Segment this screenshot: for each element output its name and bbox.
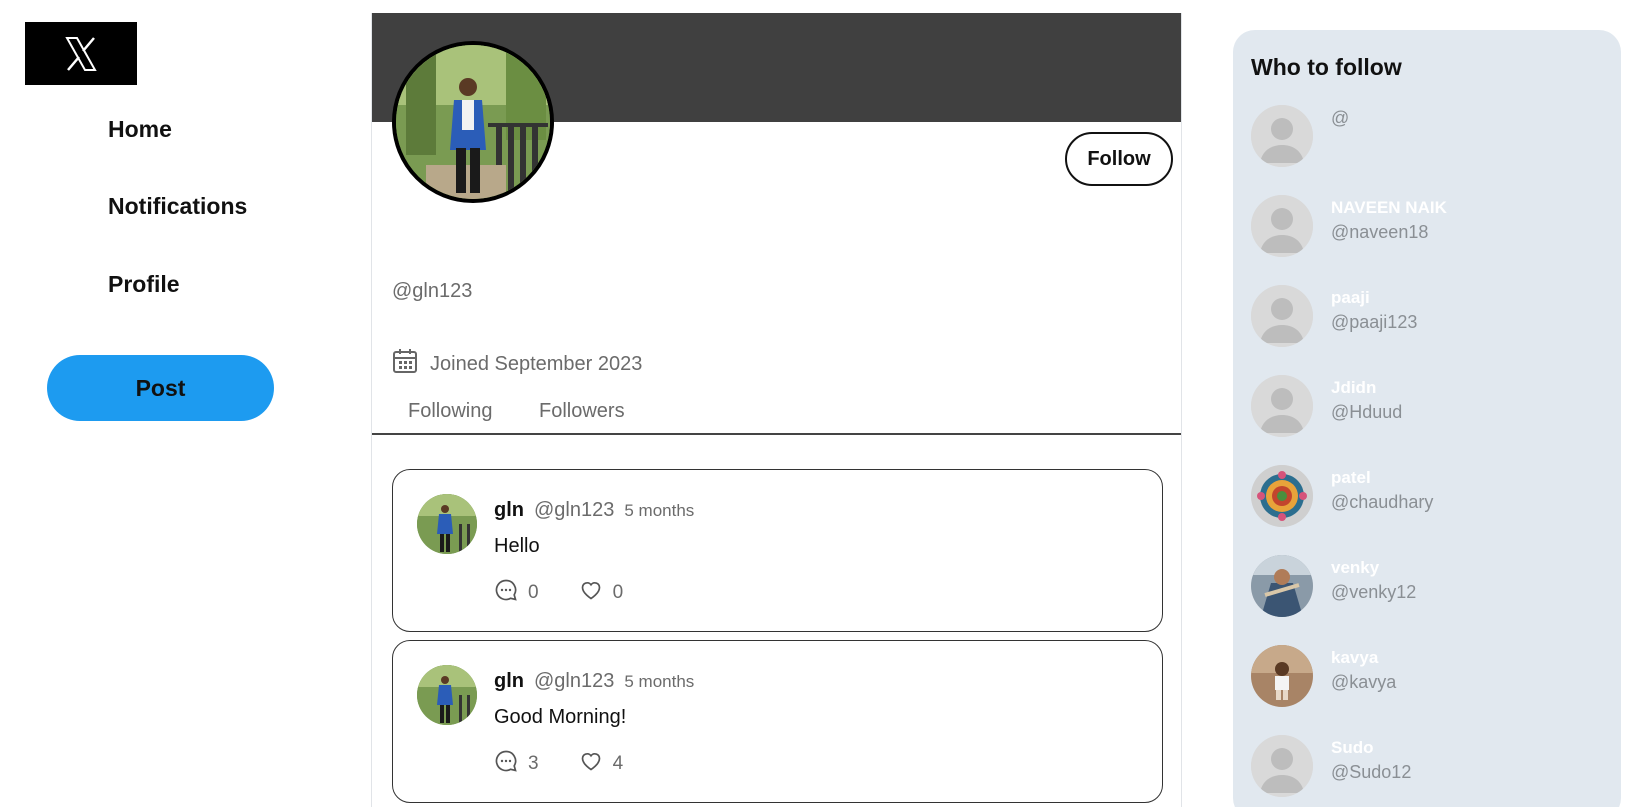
tweet-actions: 0 0 bbox=[494, 578, 623, 608]
like-count: 4 bbox=[612, 753, 624, 774]
suggestion-handle: @naveen18 bbox=[1331, 222, 1429, 242]
suggestion-handle: @chaudhary bbox=[1331, 492, 1434, 512]
follow-suggestion[interactable]: venky @venky12 bbox=[1251, 555, 1611, 621]
follow-button[interactable]: Follow bbox=[1065, 132, 1173, 186]
mandala-avatar bbox=[1251, 465, 1313, 527]
follow-suggestion[interactable]: NAVEEN NAIK @naveen18 bbox=[1251, 195, 1611, 261]
follow-suggestion[interactable]: Sudo @Sudo12 bbox=[1251, 735, 1611, 801]
tweet-actions: 3 4 bbox=[494, 749, 623, 779]
suggestion-handle: @kavya bbox=[1331, 672, 1397, 692]
profile-avatar bbox=[392, 41, 554, 203]
suggestion-name: patel bbox=[1331, 468, 1371, 487]
tweet-text: Hello bbox=[494, 535, 540, 557]
joined-date: Joined September 2023 bbox=[392, 348, 642, 380]
tweet-avatar[interactable] bbox=[417, 494, 477, 554]
tweet-author-handle[interactable]: @gln123 bbox=[534, 499, 614, 522]
tweet-meta: gln @gln123 5 months bbox=[494, 499, 694, 522]
tweet-author-name[interactable]: gln bbox=[494, 670, 524, 693]
reply-button[interactable]: 0 bbox=[494, 578, 539, 608]
tweet-timestamp: 5 months bbox=[624, 501, 695, 520]
tab-followers[interactable]: Followers bbox=[539, 400, 625, 423]
suggestion-name: Jdidn bbox=[1331, 378, 1377, 397]
profile-handle: @gln123 bbox=[392, 280, 473, 302]
who-to-follow-title: Who to follow bbox=[1251, 54, 1402, 80]
tweet-text: Good Morning! bbox=[494, 706, 627, 728]
nav-home[interactable]: Home bbox=[108, 116, 172, 143]
suggestion-handle: @venky12 bbox=[1331, 582, 1417, 602]
reply-count: 0 bbox=[528, 582, 539, 603]
tweet-avatar[interactable] bbox=[417, 665, 477, 725]
suggestion-name: venky bbox=[1331, 558, 1380, 577]
photo-avatar bbox=[1251, 555, 1313, 617]
default-avatar-icon bbox=[1251, 105, 1313, 167]
tab-following[interactable]: Following bbox=[408, 400, 492, 423]
joined-text: Joined September 2023 bbox=[430, 352, 643, 375]
suggestion-handle: @ bbox=[1331, 108, 1350, 128]
tweet-author-name[interactable]: gln bbox=[494, 499, 524, 522]
suggestion-name: NAVEEN NAIK bbox=[1331, 198, 1447, 217]
like-button[interactable]: 0 bbox=[579, 578, 624, 608]
tweet-card[interactable]: gln @gln123 5 months Good Morning! 3 4 bbox=[392, 640, 1163, 803]
suggestion-name: Sudo bbox=[1331, 738, 1374, 757]
profile-tabs: Following Followers bbox=[372, 400, 1181, 435]
follow-suggestion[interactable]: Jdidn @Hduud bbox=[1251, 375, 1611, 441]
tweet-author-handle[interactable]: @gln123 bbox=[534, 670, 614, 693]
x-logo-icon[interactable] bbox=[25, 22, 137, 85]
suggestion-handle: @paaji123 bbox=[1331, 312, 1418, 332]
nav-profile[interactable]: Profile bbox=[108, 271, 180, 298]
like-button[interactable]: 4 bbox=[579, 749, 624, 779]
default-avatar-icon bbox=[1251, 195, 1313, 257]
default-avatar-icon bbox=[1251, 735, 1313, 797]
follow-suggestion[interactable]: @ bbox=[1251, 105, 1611, 171]
suggestion-name: paaji bbox=[1331, 288, 1370, 307]
tweet-card[interactable]: gln @gln123 5 months Hello 0 0 bbox=[392, 469, 1163, 632]
follow-suggestion[interactable]: kavya @kavya bbox=[1251, 645, 1611, 711]
comment-icon bbox=[494, 578, 518, 608]
suggestion-handle: @Hduud bbox=[1331, 402, 1403, 422]
calendar-icon bbox=[392, 348, 418, 380]
follow-suggestion[interactable]: patel @chaudhary bbox=[1251, 465, 1611, 531]
nav-notifications[interactable]: Notifications bbox=[108, 193, 247, 220]
profile-column: Follow @gln123 Joined September 2023 Fol… bbox=[371, 13, 1182, 807]
suggestion-name: kavya bbox=[1331, 648, 1379, 667]
follow-suggestion[interactable]: paaji @paaji123 bbox=[1251, 285, 1611, 351]
tweet-timestamp: 5 months bbox=[624, 672, 695, 691]
suggestion-handle: @Sudo12 bbox=[1331, 762, 1412, 782]
default-avatar-icon bbox=[1251, 375, 1313, 437]
default-avatar-icon bbox=[1251, 285, 1313, 347]
heart-icon bbox=[579, 578, 603, 608]
app-root: Home Notifications Profile Post Follow @… bbox=[0, 0, 1633, 807]
like-count: 0 bbox=[612, 582, 624, 603]
tweet-meta: gln @gln123 5 months bbox=[494, 670, 694, 693]
who-to-follow-panel: Who to follow @ NAVEEN NAIK @naveen18 pa… bbox=[1233, 30, 1621, 807]
post-button[interactable]: Post bbox=[47, 355, 274, 421]
comment-icon bbox=[494, 749, 518, 779]
heart-icon bbox=[579, 749, 603, 779]
reply-button[interactable]: 3 bbox=[494, 749, 539, 779]
reply-count: 3 bbox=[528, 753, 539, 774]
photo-avatar bbox=[1251, 645, 1313, 707]
